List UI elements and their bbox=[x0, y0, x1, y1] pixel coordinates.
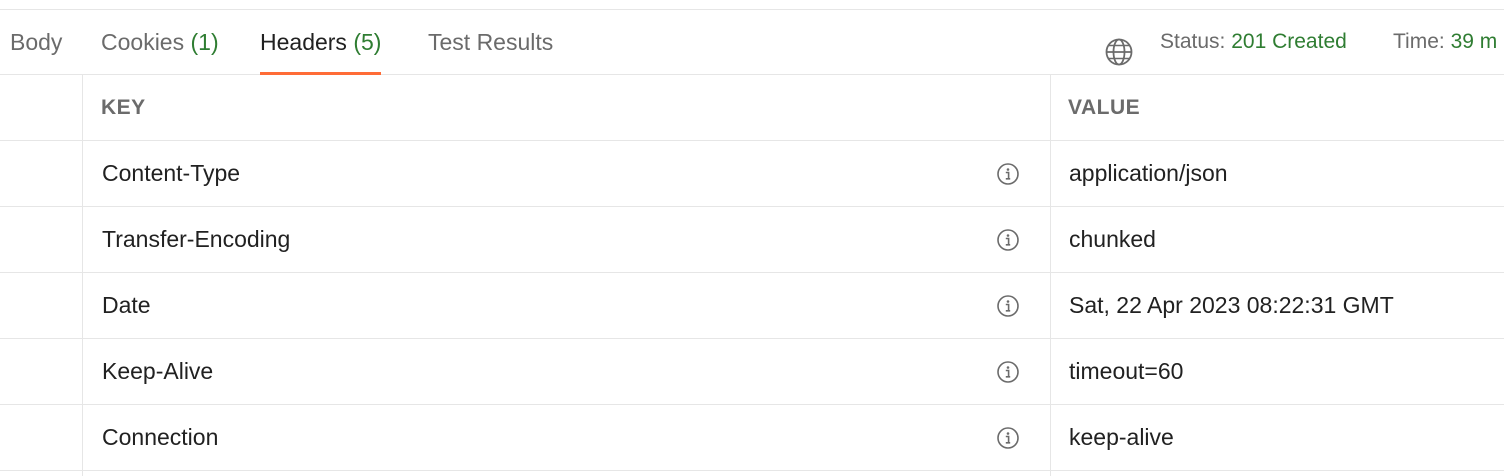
headers-table: KEY VALUE Content-Type application/json … bbox=[0, 75, 1504, 471]
table-row: Transfer-Encoding chunked bbox=[0, 207, 1504, 273]
header-value[interactable]: timeout=60 bbox=[1069, 339, 1183, 404]
header-key[interactable]: Connection bbox=[102, 405, 218, 470]
column-header-key: KEY bbox=[101, 96, 146, 119]
status-label: Status: bbox=[1160, 30, 1226, 53]
status-indicator[interactable]: Status: 201 Created bbox=[1160, 10, 1347, 74]
info-icon[interactable] bbox=[996, 228, 1020, 252]
table-row: Connection keep-alive bbox=[0, 405, 1504, 471]
info-icon[interactable] bbox=[996, 294, 1020, 318]
tab-test-results-label: Test Results bbox=[428, 29, 554, 55]
header-key[interactable]: Keep-Alive bbox=[102, 339, 213, 404]
tab-cookies-count: (1) bbox=[190, 29, 219, 55]
header-key[interactable]: Content-Type bbox=[102, 141, 240, 206]
tab-headers-count: (5) bbox=[353, 29, 382, 55]
header-key[interactable]: Transfer-Encoding bbox=[102, 207, 290, 272]
tab-headers-label: Headers bbox=[260, 29, 347, 55]
time-indicator[interactable]: Time: 39 m bbox=[1393, 10, 1497, 74]
status-value: 201 Created bbox=[1231, 30, 1347, 53]
table-header-row: KEY VALUE bbox=[0, 75, 1504, 141]
table-row: Content-Type application/json bbox=[0, 141, 1504, 207]
header-value[interactable]: Sat, 22 Apr 2023 08:22:31 GMT bbox=[1069, 273, 1394, 338]
table-row: Keep-Alive timeout=60 bbox=[0, 339, 1504, 405]
tab-body-label: Body bbox=[10, 29, 63, 55]
header-value[interactable]: keep-alive bbox=[1069, 405, 1174, 470]
tab-body[interactable]: Body bbox=[10, 10, 62, 74]
tab-cookies-label: Cookies bbox=[101, 29, 185, 55]
tab-cookies[interactable]: Cookies (1) bbox=[101, 10, 219, 74]
table-row: Date Sat, 22 Apr 2023 08:22:31 GMT bbox=[0, 273, 1504, 339]
info-icon[interactable] bbox=[996, 426, 1020, 450]
time-value: 39 m bbox=[1450, 30, 1498, 53]
header-key[interactable]: Date bbox=[102, 273, 151, 338]
info-icon[interactable] bbox=[996, 162, 1020, 186]
info-icon[interactable] bbox=[996, 360, 1020, 384]
response-tabbar: Body Cookies (1) Headers (5) Test Result… bbox=[0, 10, 1504, 75]
column-header-value: VALUE bbox=[1068, 96, 1141, 119]
tab-headers[interactable]: Headers (5) bbox=[260, 10, 382, 75]
tab-test-results[interactable]: Test Results bbox=[428, 10, 553, 74]
header-value[interactable]: chunked bbox=[1069, 207, 1156, 272]
globe-icon[interactable] bbox=[1104, 37, 1134, 67]
time-label: Time: bbox=[1393, 30, 1445, 53]
header-value[interactable]: application/json bbox=[1069, 141, 1228, 206]
